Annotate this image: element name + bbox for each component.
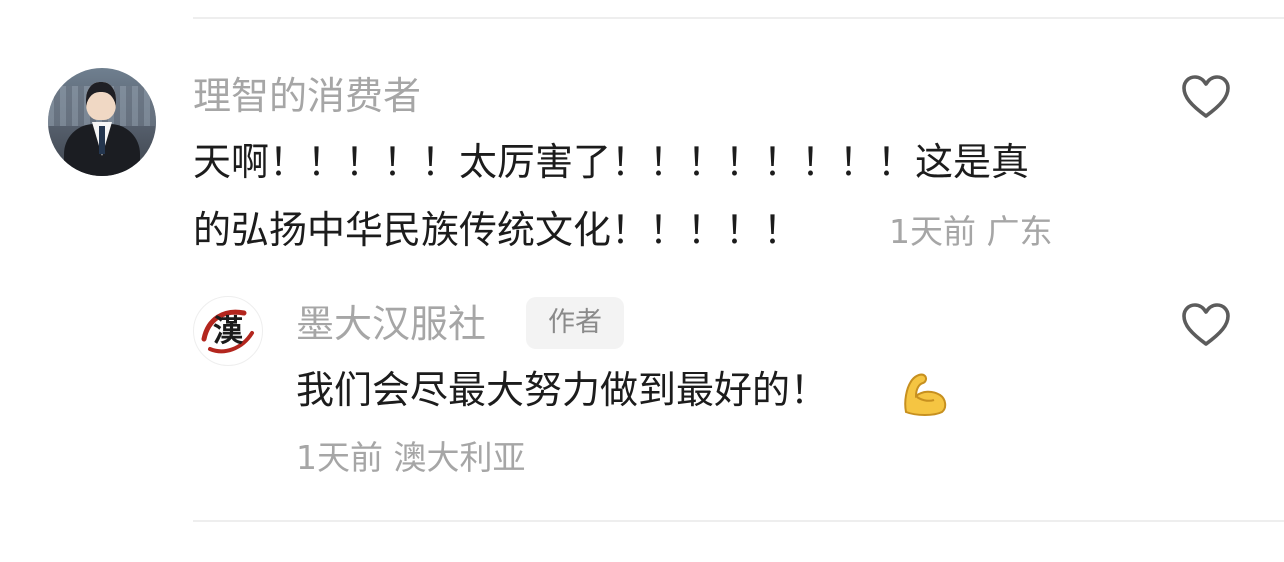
avatar-tie — [99, 126, 105, 154]
comment-username[interactable]: 理智的消费者 — [193, 72, 421, 120]
reply-text: 我们会尽最大努力做到最好的！ — [296, 368, 829, 412]
top-divider — [193, 17, 1284, 19]
reply-like-heart-icon[interactable] — [1181, 302, 1231, 348]
bottom-divider — [193, 520, 1284, 522]
reply-username[interactable]: 墨大汉服社 — [296, 300, 486, 348]
flexed-biceps-icon — [898, 366, 952, 420]
reply-meta: 1天前 澳大利亚 — [296, 438, 526, 477]
author-badge: 作者 — [526, 297, 624, 349]
comment-text-line2: 的弘扬中华民族传统文化！！！！！ — [193, 208, 802, 252]
comment-text-line1: 天啊！！！！！太厉害了！！！！！！！！这是真 — [193, 140, 1030, 184]
user-avatar[interactable] — [48, 68, 156, 176]
author-logo-text: 漢 — [213, 314, 244, 349]
like-heart-icon[interactable] — [1181, 74, 1231, 120]
avatar-head — [86, 82, 116, 120]
author-avatar[interactable]: 漢 — [193, 296, 263, 366]
comment-meta: 1天前 广东 — [889, 212, 1053, 251]
